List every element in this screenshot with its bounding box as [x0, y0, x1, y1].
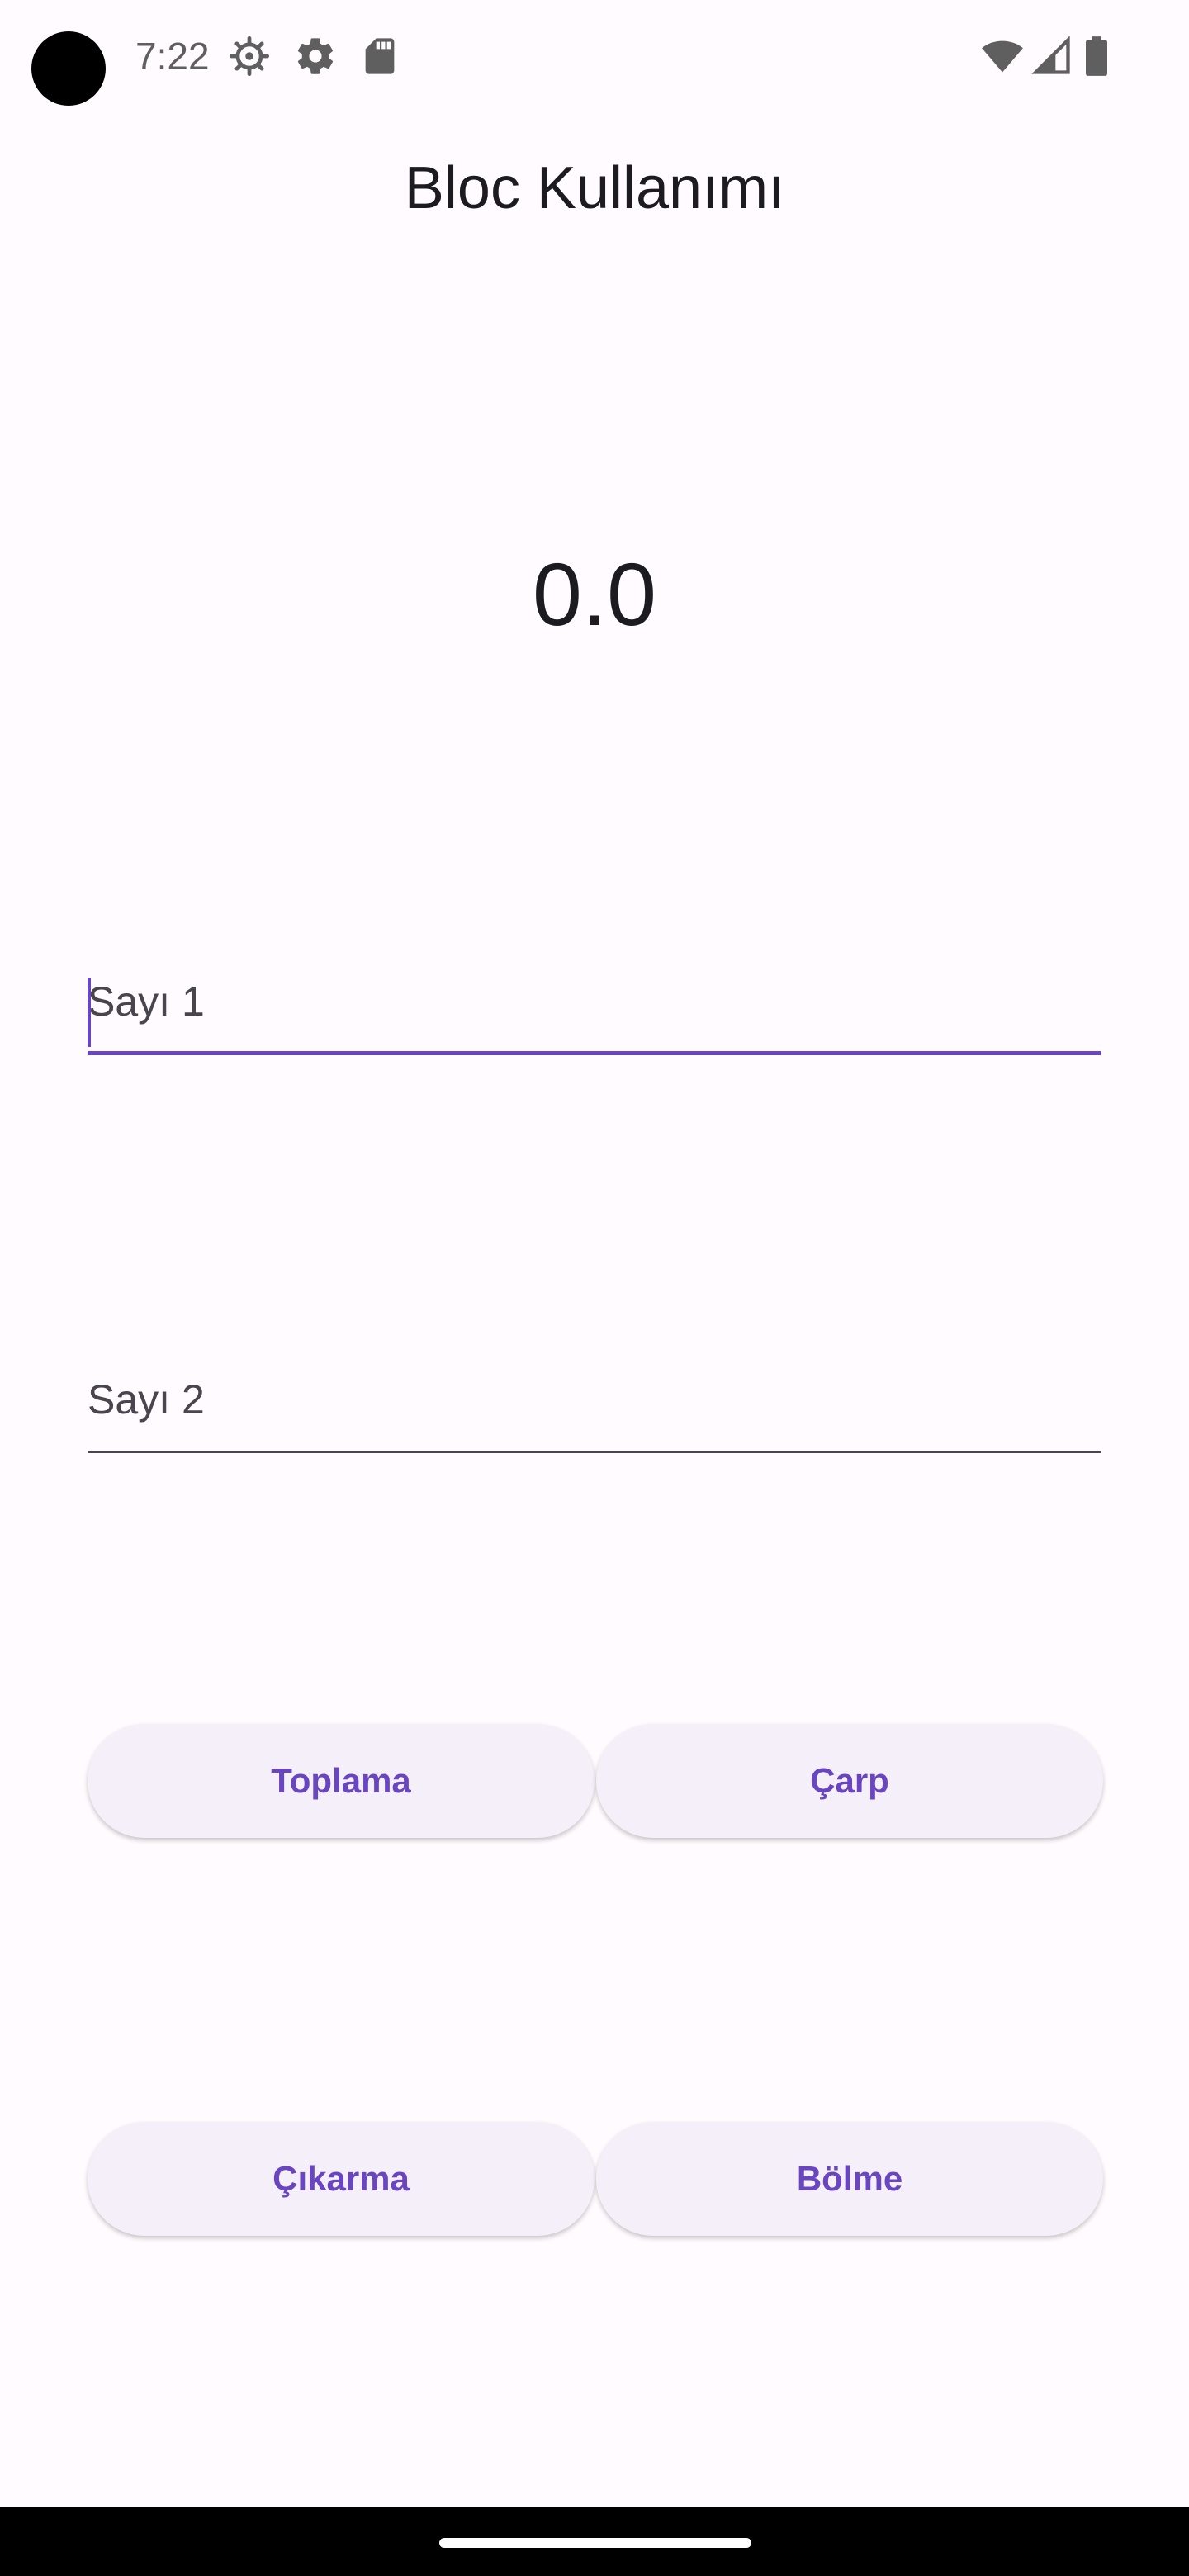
multiply-button[interactable]: Çarp — [596, 1724, 1103, 1838]
wifi-icon — [979, 35, 1026, 78]
app-screen: 7:22 Bloc Kullanımı 0.0 Sayı 1 Sayı 2 To… — [0, 0, 1189, 2576]
divide-button[interactable]: Bölme — [596, 2122, 1103, 2236]
gear-icon — [294, 35, 337, 78]
result-value: 0.0 — [532, 544, 657, 644]
navigation-bar — [0, 2507, 1189, 2576]
number1-label: Sayı 1 — [88, 978, 205, 1025]
home-gesture-handle[interactable] — [439, 2538, 751, 2548]
subtract-button[interactable]: Çıkarma — [88, 2122, 594, 2236]
page-title: Bloc Kullanımı — [404, 155, 785, 221]
status-time: 7:22 — [135, 35, 210, 78]
bug-settings-icon — [228, 35, 271, 78]
status-bar: 7:22 — [0, 0, 1189, 116]
text-cursor — [88, 978, 91, 1047]
signal-icon — [1030, 35, 1073, 78]
sd-card-icon — [358, 35, 401, 78]
number1-underline — [88, 1051, 1101, 1055]
camera-cutout — [31, 31, 106, 106]
number2-underline — [88, 1451, 1101, 1453]
add-button[interactable]: Toplama — [88, 1724, 594, 1838]
battery-icon — [1082, 35, 1111, 78]
number1-field[interactable]: Sayı 1 — [88, 948, 1101, 1055]
number2-field[interactable]: Sayı 2 — [88, 1346, 1101, 1453]
number2-label: Sayı 2 — [88, 1376, 205, 1423]
